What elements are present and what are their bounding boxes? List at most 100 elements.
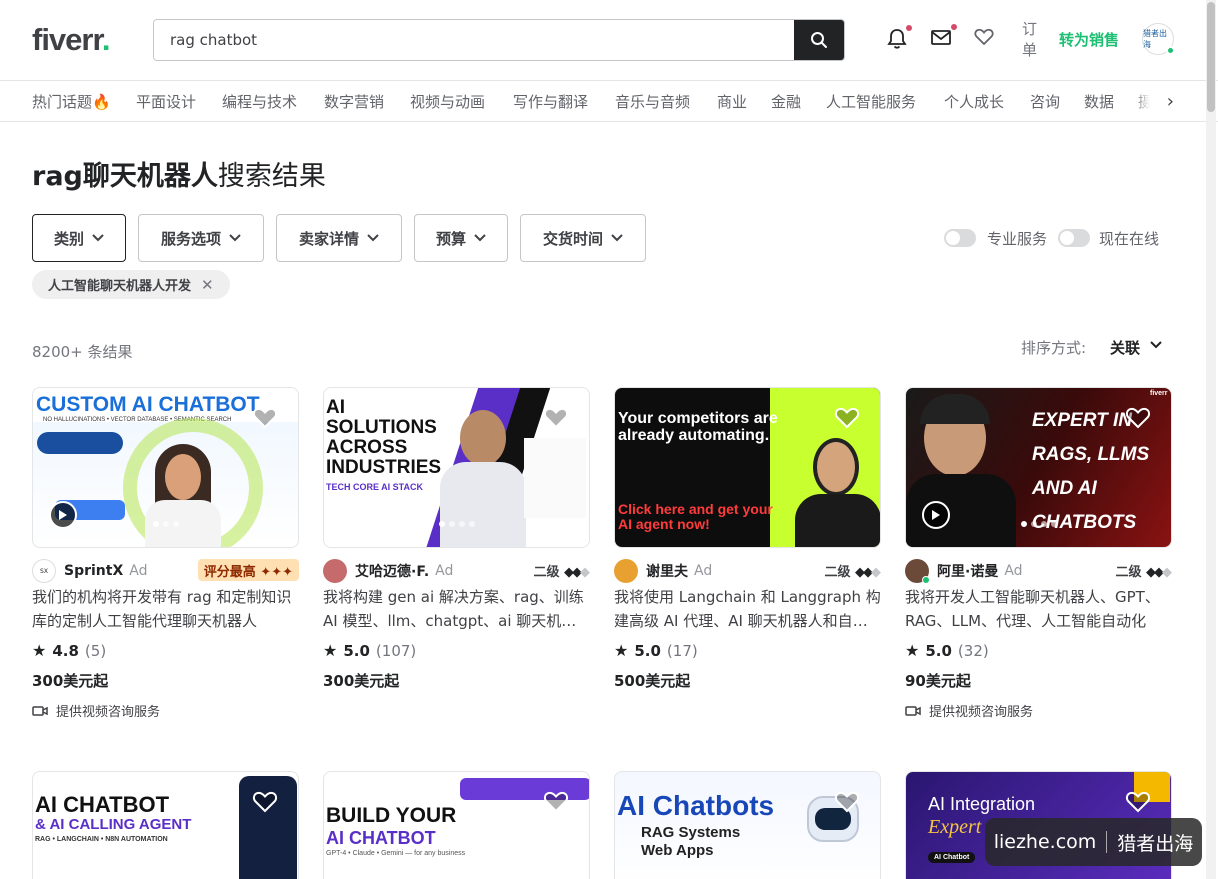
heart-icon[interactable] <box>1125 790 1151 814</box>
seller-avatar[interactable]: SX <box>32 559 56 583</box>
gig-price: 300美元起 <box>323 672 400 690</box>
scrollbar-thumb[interactable] <box>1207 2 1215 112</box>
thumb-list <box>524 438 586 518</box>
search-button[interactable] <box>794 20 844 60</box>
gig-card[interactable]: CUSTOM AI CHATBOT NO HALLUCINATIONS • VE… <box>32 387 299 720</box>
filter-label: 卖家详情 <box>298 229 359 248</box>
rating-value: 5.0 <box>925 641 952 660</box>
gig-thumbnail[interactable]: AI CHATBOT & AI CALLING AGENT RAG • LANG… <box>32 771 299 879</box>
gig-title[interactable]: 我将构建 gen ai 解决方案、rag、训练 AI 模型、llm、chatgp… <box>323 585 590 633</box>
gig-card[interactable]: AI SOLUTIONS ACROSS INDUSTRIES TECH CORE… <box>323 387 590 691</box>
gig-rating: ★ 4.8 (5) <box>32 641 299 660</box>
chevron-down-icon[interactable] <box>1150 341 1162 349</box>
gig-card[interactable]: Your competitors are already automating.… <box>614 387 881 691</box>
filter-budget[interactable]: 预算 <box>414 214 508 262</box>
filter-delivery-time[interactable]: 交货时间 <box>520 214 646 262</box>
notifications-button[interactable] <box>887 25 912 50</box>
filter-category[interactable]: 类别 <box>32 214 126 262</box>
gig-title[interactable]: 我将开发人工智能聊天机器人、GPT、RAG、LLM、代理、人工智能自动化 <box>905 585 1172 633</box>
envelope-icon <box>931 30 951 45</box>
seller-name[interactable]: 艾哈迈德·F. <box>355 561 429 581</box>
heart-icon[interactable] <box>252 406 278 430</box>
gig-thumbnail[interactable]: BUILD YOUR AI CHATBOT GPT-4 • Claude • G… <box>323 771 590 879</box>
filter-service-options[interactable]: 服务选项 <box>138 214 264 262</box>
category-data[interactable]: 数据 <box>1084 91 1114 112</box>
play-video-button[interactable] <box>922 501 950 529</box>
rating-value: 5.0 <box>343 641 370 660</box>
favorites-button[interactable] <box>974 28 996 50</box>
gig-thumbnail[interactable]: EXPERT IN RAGS, LLMS AND AI CHATBOTS fiv… <box>905 387 1172 548</box>
heart-icon[interactable] <box>834 790 860 814</box>
level-label: 二级 <box>533 565 560 580</box>
category-ai-services[interactable]: 人工智能服务 <box>826 91 916 112</box>
results-count: 8200+ 条结果 <box>32 343 133 361</box>
category-hot[interactable]: 热门话题🔥 <box>32 91 111 112</box>
gig-card[interactable]: AI Chatbots RAG Systems Web Apps <box>614 771 881 879</box>
review-count: (5) <box>84 641 107 660</box>
gig-rating: ★ 5.0 (32) <box>905 641 1172 660</box>
category-consulting[interactable]: 咨询 <box>1030 91 1060 112</box>
gig-price: 90美元起 <box>905 672 971 690</box>
filter-label: 交货时间 <box>542 229 603 248</box>
rating-value: 5.0 <box>634 641 661 660</box>
close-icon[interactable]: ✕ <box>201 276 214 294</box>
category-writing-translation[interactable]: 写作与翻译 <box>513 91 588 112</box>
page-scrollbar[interactable] <box>1206 0 1216 879</box>
gig-thumbnail[interactable]: AI Chatbots RAG Systems Web Apps <box>614 771 881 879</box>
gig-thumbnail[interactable]: CUSTOM AI CHATBOT NO HALLUCINATIONS • VE… <box>32 387 299 548</box>
seller-name[interactable]: 阿里·诺曼 <box>937 561 998 581</box>
search-query-title: rag聊天机器人 <box>32 161 218 192</box>
seller-avatar[interactable] <box>614 559 638 583</box>
gig-card[interactable]: BUILD YOUR AI CHATBOT GPT-4 • Claude • G… <box>323 771 590 879</box>
category-music-audio[interactable]: 音乐与音频 <box>615 91 690 112</box>
seller-avatar[interactable] <box>905 559 930 584</box>
thumb-title: AI Chatbots <box>617 790 775 821</box>
toggle-online-now[interactable] <box>1058 229 1090 247</box>
carousel-dots <box>152 521 179 527</box>
gig-card[interactable]: EXPERT IN RAGS, LLMS AND AI CHATBOTS fiv… <box>905 387 1172 720</box>
gig-title[interactable]: 我将使用 Langchain 和 Langgraph 构建高级 AI 代理、AI… <box>614 585 881 633</box>
heart-icon[interactable] <box>834 406 860 430</box>
category-graphic-design[interactable]: 平面设计 <box>136 91 196 112</box>
heart-icon[interactable] <box>1125 406 1151 430</box>
category-scroll-right[interactable]: › <box>1134 81 1174 121</box>
logo-text: fiverr <box>32 22 103 57</box>
category-programming[interactable]: 编程与技术 <box>222 91 297 112</box>
sort-dropdown[interactable]: 关联 <box>1110 337 1140 358</box>
gig-price: 300美元起 <box>32 672 109 690</box>
category-finance[interactable]: 金融 <box>771 91 801 112</box>
user-avatar[interactable]: 猎者出海 <box>1142 23 1175 55</box>
thumb-person-face <box>813 438 859 496</box>
play-video-button[interactable] <box>49 501 77 529</box>
gig-thumbnail[interactable]: Your competitors are already automating.… <box>614 387 881 548</box>
heart-icon[interactable] <box>543 790 569 814</box>
gig-thumbnail[interactable]: AI SOLUTIONS ACROSS INDUSTRIES TECH CORE… <box>323 387 590 548</box>
messages-button[interactable] <box>931 24 957 50</box>
ad-label: Ad <box>129 563 148 579</box>
gig-card[interactable]: AI CHATBOT & AI CALLING AGENT RAG • LANG… <box>32 771 299 879</box>
filter-seller-details[interactable]: 卖家详情 <box>276 214 402 262</box>
heart-icon[interactable] <box>543 406 569 430</box>
star-icon: ★ <box>905 641 920 660</box>
orders-link[interactable]: 订单 <box>1022 19 1040 61</box>
video-consult-label: 提供视频咨询服务 <box>929 705 1034 720</box>
heart-icon[interactable] <box>252 790 278 814</box>
star-icon: ★ <box>32 641 47 660</box>
filter-label: 类别 <box>53 229 84 248</box>
seller-name[interactable]: SprintX <box>64 563 123 579</box>
category-personal-growth[interactable]: 个人成长 <box>944 91 1004 112</box>
search-input[interactable] <box>154 20 796 60</box>
thumb-subtitle: TECH CORE AI STACK <box>326 482 424 492</box>
category-digital-marketing[interactable]: 数字营销 <box>324 91 384 112</box>
category-business[interactable]: 商业 <box>717 91 747 112</box>
toggle-pro-services[interactable] <box>944 229 976 247</box>
watermark-overlay: liezhe.com 猎者出海 <box>985 818 1202 866</box>
category-video-animation[interactable]: 视频与动画 <box>410 91 485 112</box>
seller-name[interactable]: 谢里夫 <box>646 561 688 581</box>
become-seller-link[interactable]: 转为销售 <box>1059 29 1119 50</box>
toggle-pro-label: 专业服务 <box>987 230 1048 248</box>
fiverr-logo[interactable]: fiverr. <box>32 22 110 58</box>
gig-title[interactable]: 我们的机构将开发带有 rag 和定制知识库的定制人工智能代理聊天机器人 <box>32 585 299 633</box>
seller-avatar[interactable] <box>323 559 347 583</box>
online-status-dot <box>1166 46 1175 55</box>
